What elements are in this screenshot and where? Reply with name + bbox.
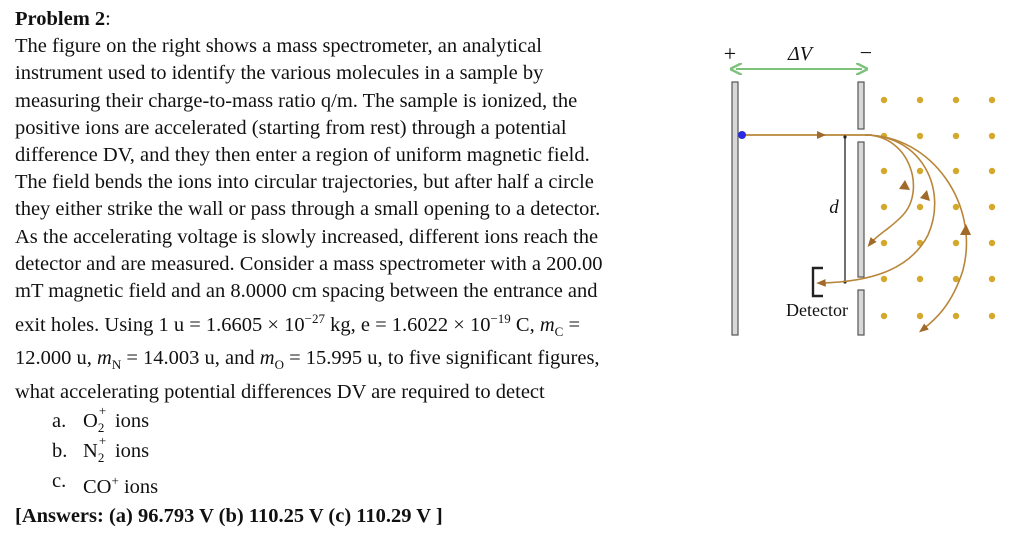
- trajectory-detected-arrow: [920, 190, 930, 201]
- field-dot: [988, 96, 996, 104]
- d-label: d: [829, 197, 839, 218]
- field-dot: [916, 167, 924, 175]
- problem-title: Problem 2: [15, 8, 106, 30]
- list-item-b: b. N +2 ions: [52, 432, 150, 465]
- problem-line-12: 12.000 u, mN = 14.003 u, and mO = 15.995…: [15, 347, 600, 373]
- field-dot: [916, 312, 924, 320]
- trajectory-small-arrow: [899, 180, 910, 190]
- ion-source-dot: [738, 131, 746, 139]
- problem-text: Problem 2: The figure on the right shows…: [15, 6, 705, 498]
- field-dot: [952, 167, 960, 175]
- mass-spectrometer-figure: + ΔV − d Detector: [724, 40, 996, 336]
- problem-line-3: measuring their charge-to-mass ratio q/m…: [15, 89, 578, 112]
- problem-line-1: The figure on the right shows a mass spe…: [15, 35, 542, 58]
- field-dot: [952, 239, 960, 247]
- field-dot: [952, 203, 960, 211]
- d-line-top-tick: [843, 135, 847, 139]
- beam-arrow: [817, 131, 826, 139]
- detector-label: Detector: [786, 300, 848, 320]
- field-dot: [916, 203, 924, 211]
- field-dot: [916, 96, 924, 104]
- field-dot: [988, 275, 996, 283]
- problem-line-8: As the accelerating voltage is slowly in…: [15, 225, 599, 248]
- field-dot: [988, 239, 996, 247]
- answers: [Answers: (a) 96.793 V (b) 110.25 V (c) …: [15, 505, 443, 527]
- field-dot: [916, 132, 924, 140]
- detector-bracket: [811, 266, 823, 298]
- right-plate-middle: [857, 141, 865, 278]
- field-dot: [952, 312, 960, 320]
- field-dot: [952, 132, 960, 140]
- field-dot: [880, 96, 888, 104]
- magnetic-field-dots: [880, 96, 996, 320]
- field-dot: [880, 203, 888, 211]
- field-dot: [988, 132, 996, 140]
- problem-line-4: positive ions are accelerated (starting …: [15, 116, 567, 139]
- field-dot: [880, 312, 888, 320]
- right-plate-top: [857, 81, 865, 130]
- problem-line-7: they either strike the wall or pass thro…: [15, 198, 601, 221]
- field-dot: [916, 275, 924, 283]
- plus-label: +: [724, 41, 736, 66]
- field-dot: [988, 312, 996, 320]
- trajectory-large-arrow: [960, 224, 971, 235]
- list-item-a: a. O +2 ions: [52, 402, 150, 435]
- left-plate: [731, 81, 739, 336]
- problem-line-10: mT magnetic field and an 8.0000 cm spaci…: [15, 280, 598, 303]
- ion-list: a. O +2 ions b. N +2 ions c. CO+ ions: [15, 402, 705, 498]
- problem-heading: Problem 2:: [15, 8, 111, 30]
- field-dot: [988, 167, 996, 175]
- field-dot: [880, 275, 888, 283]
- problem-line-9: detector and are measured. Consider a ma…: [15, 252, 603, 275]
- field-dot: [952, 96, 960, 104]
- field-dot: [880, 167, 888, 175]
- field-dot: [880, 239, 888, 247]
- problem-line-6: The field bends the ions into circular t…: [15, 171, 594, 194]
- field-dot: [988, 203, 996, 211]
- trajectory-large: [864, 134, 968, 333]
- right-plate-bottom: [857, 289, 865, 336]
- list-item-c: c. CO+ ions: [52, 469, 159, 498]
- problem-line-13: what accelerating potential differences …: [15, 380, 545, 403]
- problem-line-11: exit holes. Using 1 u = 1.6605 × 10−27 k…: [15, 311, 581, 340]
- minus-label: −: [860, 40, 872, 65]
- problem-line-5: difference DV, and they then enter a reg…: [15, 144, 590, 167]
- problem-line-2: instrument used to identify the various …: [15, 62, 544, 85]
- delta-v-label: ΔV: [787, 43, 815, 65]
